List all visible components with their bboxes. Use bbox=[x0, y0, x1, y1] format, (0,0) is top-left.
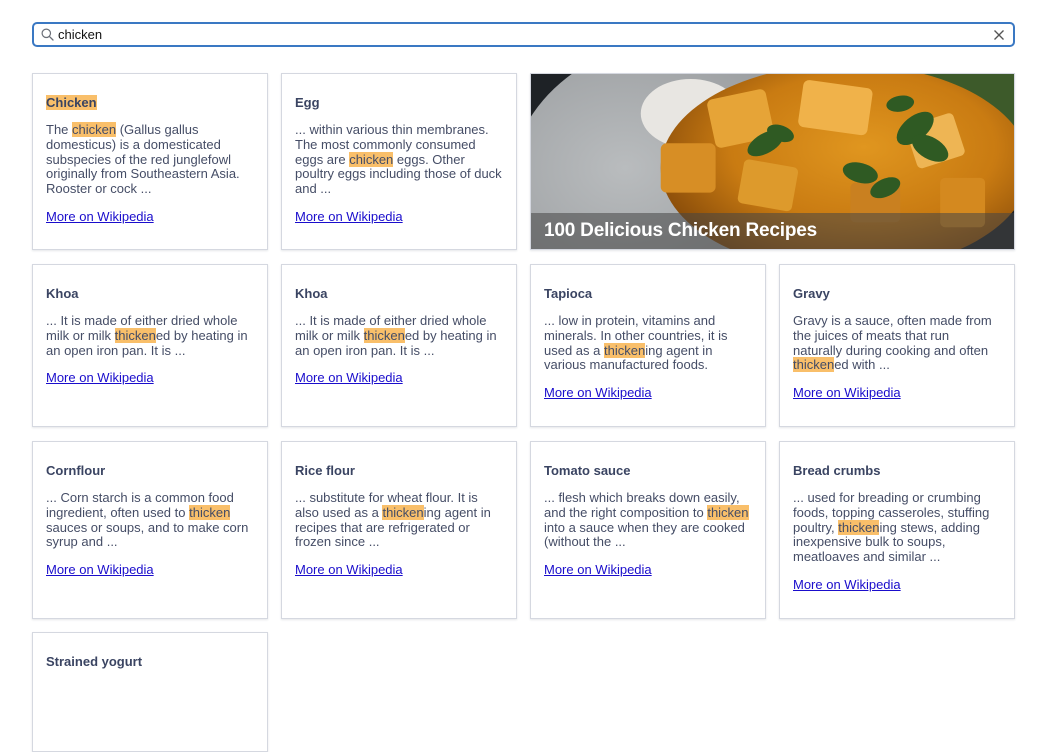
result-snippet: ... low in protein, vitamins and mineral… bbox=[544, 314, 752, 373]
result-title: Strained yogurt bbox=[46, 654, 142, 669]
highlighted-term: Chicken bbox=[46, 95, 97, 110]
wikipedia-link[interactable]: More on Wikipedia bbox=[46, 370, 154, 385]
highlighted-term: thicken bbox=[115, 328, 156, 343]
result-title: Tapioca bbox=[544, 286, 592, 301]
result-snippet: ... used for breading or crumbing foods,… bbox=[793, 491, 1001, 565]
result-card: Strained yogurt bbox=[32, 632, 268, 752]
title-text: Khoa bbox=[295, 286, 328, 301]
wikipedia-link[interactable]: More on Wikipedia bbox=[46, 209, 154, 224]
highlighted-term: thicken bbox=[793, 357, 834, 372]
highlighted-term: chicken bbox=[72, 122, 116, 137]
result-card: Tomato sauce ... flesh which breaks down … bbox=[530, 441, 766, 619]
highlighted-term: thicken bbox=[707, 505, 748, 520]
title-text: Bread crumbs bbox=[793, 463, 880, 478]
result-card: Bread crumbs ... used for breading or cru… bbox=[779, 441, 1015, 619]
title-text: Khoa bbox=[46, 286, 79, 301]
title-text: Cornflour bbox=[46, 463, 105, 478]
result-card: Chicken The chicken (Gallus gallus domest… bbox=[32, 73, 268, 250]
title-text: Gravy bbox=[793, 286, 830, 301]
snippet-text: into a sauce when they are cooked (witho… bbox=[544, 520, 745, 550]
search-icon bbox=[38, 26, 56, 44]
result-snippet: ... flesh which breaks down easily, and … bbox=[544, 491, 752, 550]
title-text: Tapioca bbox=[544, 286, 592, 301]
highlighted-term: thicken bbox=[382, 505, 423, 520]
search-bar bbox=[32, 22, 1015, 47]
clear-search-button[interactable] bbox=[988, 24, 1010, 45]
featured-recipe-card[interactable]: 100 Delicious Chicken Recipes bbox=[530, 73, 1015, 250]
snippet-text: sauces or soups, and to make corn syrup … bbox=[46, 520, 248, 550]
result-title: Khoa bbox=[46, 286, 79, 301]
wikipedia-link[interactable]: More on Wikipedia bbox=[295, 209, 403, 224]
result-card: Khoa ... It is made of either dried whole… bbox=[32, 264, 268, 427]
result-title: Gravy bbox=[793, 286, 830, 301]
title-text: Tomato sauce bbox=[544, 463, 630, 478]
wikipedia-link[interactable]: More on Wikipedia bbox=[793, 577, 901, 592]
result-title: Cornflour bbox=[46, 463, 105, 478]
result-card: Gravy Gravy is a sauce, often made from t… bbox=[779, 264, 1015, 427]
result-card: Egg ... within various thin membranes. Th… bbox=[281, 73, 517, 250]
snippet-text: The bbox=[46, 122, 72, 137]
title-text: Rice flour bbox=[295, 463, 355, 478]
title-text: Egg bbox=[295, 95, 320, 110]
highlighted-term: thicken bbox=[604, 343, 645, 358]
highlighted-term: chicken bbox=[349, 152, 393, 167]
result-snippet: ... substitute for wheat flour. It is al… bbox=[295, 491, 503, 550]
wikipedia-link[interactable]: More on Wikipedia bbox=[46, 562, 154, 577]
result-title: Rice flour bbox=[295, 463, 355, 478]
wikipedia-link[interactable]: More on Wikipedia bbox=[793, 385, 901, 400]
close-icon bbox=[993, 29, 1005, 41]
result-card: Tapioca ... low in protein, vitamins and … bbox=[530, 264, 766, 427]
result-card: Cornflour ... Corn starch is a common foo… bbox=[32, 441, 268, 619]
snippet-text: Gravy is a sauce, often made from the ju… bbox=[793, 313, 992, 358]
result-card: Rice flour ... substitute for wheat flour… bbox=[281, 441, 517, 619]
wikipedia-link[interactable]: More on Wikipedia bbox=[295, 370, 403, 385]
wikipedia-link[interactable]: More on Wikipedia bbox=[544, 562, 652, 577]
title-text: Strained yogurt bbox=[46, 654, 142, 669]
result-snippet: ... Corn starch is a common food ingredi… bbox=[46, 491, 254, 550]
result-title: Tomato sauce bbox=[544, 463, 630, 478]
result-title: Chicken bbox=[46, 95, 97, 110]
highlighted-term: thicken bbox=[364, 328, 405, 343]
highlighted-term: thicken bbox=[838, 520, 879, 535]
result-snippet: The chicken (Gallus gallus domesticus) i… bbox=[46, 123, 254, 197]
search-input[interactable] bbox=[56, 24, 988, 45]
wikipedia-link[interactable]: More on Wikipedia bbox=[544, 385, 652, 400]
result-snippet: Gravy is a sauce, often made from the ju… bbox=[793, 314, 1001, 373]
result-title: Bread crumbs bbox=[793, 463, 880, 478]
featured-recipe-title: 100 Delicious Chicken Recipes bbox=[531, 213, 1014, 249]
result-snippet: ... within various thin membranes. The m… bbox=[295, 123, 503, 197]
wikipedia-link[interactable]: More on Wikipedia bbox=[295, 562, 403, 577]
result-title: Egg bbox=[295, 95, 320, 110]
snippet-text: ed with ... bbox=[834, 357, 890, 372]
result-snippet: ... It is made of either dried whole mil… bbox=[46, 314, 254, 358]
result-snippet: ... It is made of either dried whole mil… bbox=[295, 314, 503, 358]
result-title: Khoa bbox=[295, 286, 328, 301]
result-card: Khoa ... It is made of either dried whole… bbox=[281, 264, 517, 427]
highlighted-term: thicken bbox=[189, 505, 230, 520]
